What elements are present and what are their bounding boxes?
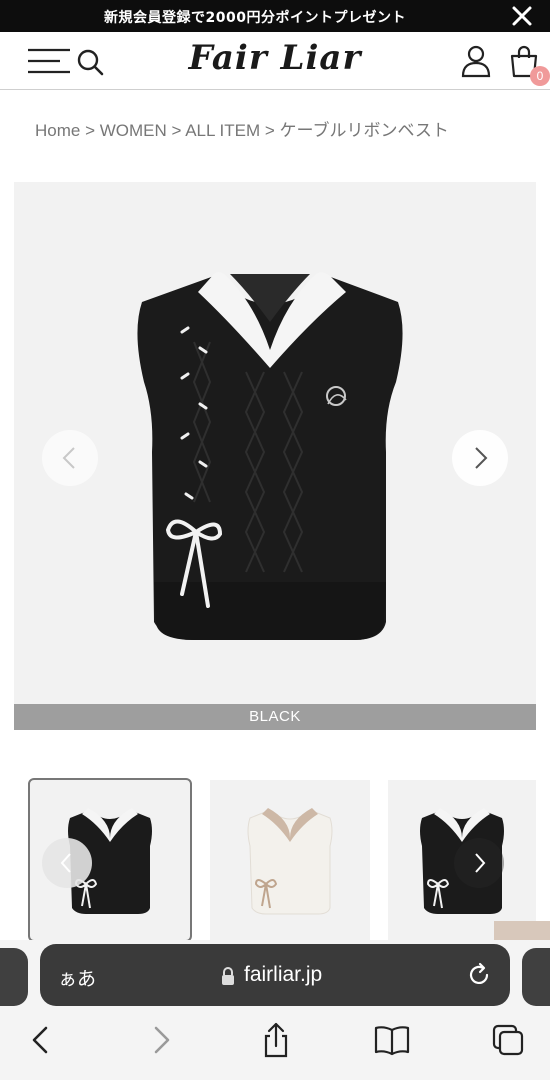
previous-tab-preview[interactable]	[0, 948, 28, 1006]
site-header: Fair Liar 0	[0, 32, 550, 90]
lock-icon	[222, 967, 234, 985]
tabs-icon[interactable]	[488, 1020, 528, 1060]
chevron-right-icon	[475, 447, 488, 469]
breadcrumb-separator: >	[260, 121, 280, 140]
chevron-left-icon	[62, 447, 75, 469]
bookmarks-icon[interactable]	[372, 1020, 412, 1060]
forward-arrow-icon[interactable]	[140, 1020, 180, 1060]
back-arrow-icon[interactable]	[22, 1020, 62, 1060]
thumbnail-black-2[interactable]	[388, 780, 536, 940]
breadcrumb-separator: >	[80, 121, 100, 140]
previous-image-button[interactable]	[42, 430, 98, 486]
user-account-icon[interactable]	[460, 44, 492, 78]
thumbnail-prev-button[interactable]	[42, 838, 92, 888]
share-icon[interactable]	[256, 1020, 296, 1060]
breadcrumb-home[interactable]: Home	[35, 121, 80, 140]
breadcrumb-current: ケーブルリボンベスト	[279, 121, 449, 140]
breadcrumb: Home > WOMEN > ALL ITEM > ケーブルリボンベスト	[35, 116, 449, 141]
breadcrumb-separator: >	[166, 121, 186, 140]
close-icon[interactable]	[508, 2, 536, 30]
thumbnail-black-selected[interactable]	[28, 778, 192, 942]
chevron-right-icon	[475, 853, 486, 873]
cart-count-badge: 0	[530, 66, 550, 86]
next-tab-preview[interactable]	[522, 948, 550, 1006]
thumbnail-partial[interactable]	[494, 921, 550, 941]
color-label-bar: BLACK	[14, 704, 536, 730]
promo-banner[interactable]: 新規会員登録で2000円分ポイントプレゼント	[0, 0, 550, 32]
breadcrumb-women[interactable]: WOMEN	[100, 121, 167, 140]
white-vest-thumbnail	[247, 808, 333, 915]
browser-toolbar: ぁあ fairliar.jp	[0, 940, 550, 1080]
address-bar[interactable]: ぁあ fairliar.jp	[40, 944, 510, 1006]
next-image-button[interactable]	[452, 430, 508, 486]
reload-icon[interactable]	[466, 962, 492, 988]
reader-settings-button[interactable]: ぁあ	[58, 964, 96, 991]
thumbnail-next-button[interactable]	[454, 838, 504, 888]
product-main-image[interactable]	[14, 182, 536, 704]
thumbnail-white[interactable]	[210, 780, 370, 940]
breadcrumb-all-item[interactable]: ALL ITEM	[185, 121, 260, 140]
url-text[interactable]: fairliar.jp	[244, 963, 322, 987]
promo-text: 新規会員登録で2000円分ポイントプレゼント	[104, 10, 406, 26]
chevron-left-icon	[60, 853, 71, 873]
